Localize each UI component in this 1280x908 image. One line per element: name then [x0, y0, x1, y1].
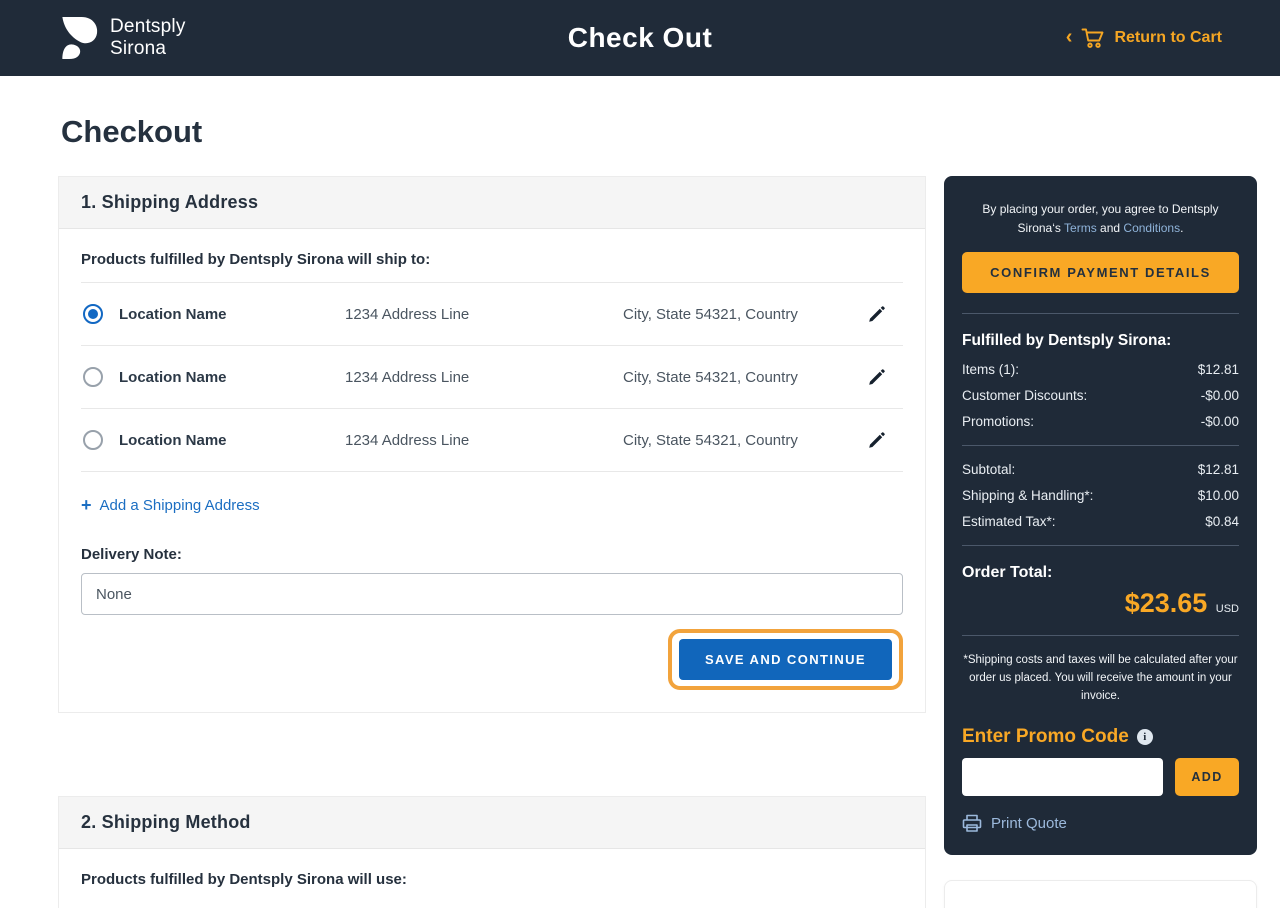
- summary-value: -$0.00: [1201, 388, 1239, 403]
- divider: [962, 313, 1239, 314]
- add-shipping-address-link[interactable]: + Add a Shipping Address: [81, 496, 260, 514]
- divider: [962, 545, 1239, 546]
- shipping-address-section: 1. Shipping Address Products fulfilled b…: [58, 176, 926, 713]
- confirm-payment-details-button[interactable]: CONFIRM PAYMENT DETAILS: [962, 252, 1239, 293]
- print-quote-link[interactable]: Print Quote: [962, 814, 1239, 833]
- summary-line: Subtotal: $12.81: [962, 462, 1239, 477]
- address-location-name: Location Name: [119, 369, 345, 386]
- terms-agreement-text: By placing your order, you agree to Dent…: [962, 196, 1239, 237]
- address-line1: 1234 Address Line: [345, 369, 623, 386]
- divider: [962, 635, 1239, 636]
- printer-icon: [962, 814, 982, 833]
- summary-label: Items (1):: [962, 362, 1019, 377]
- address-row: Location Name 1234 Address Line City, St…: [81, 409, 903, 472]
- shipping-address-section-title: 1. Shipping Address: [81, 192, 903, 213]
- summary-line: Customer Discounts: -$0.00: [962, 388, 1239, 403]
- promo-code-heading: Enter Promo Code i: [962, 726, 1239, 748]
- summary-value: $10.00: [1198, 488, 1239, 503]
- address-line2: City, State 54321, Country: [623, 432, 867, 449]
- shipping-method-section-header: 2. Shipping Method: [59, 797, 925, 849]
- address-row: Location Name 1234 Address Line City, St…: [81, 283, 903, 346]
- logo-wordmark: Dentsply Sirona: [110, 16, 186, 60]
- print-quote-label: Print Quote: [991, 815, 1067, 832]
- ds-points-card: DS POINTS Earn +1010 points: [944, 880, 1257, 908]
- summary-label: Customer Discounts:: [962, 388, 1087, 403]
- checkout-page: Checkout 1. Shipping Address Products fu…: [0, 114, 1280, 908]
- edit-address-button[interactable]: [867, 304, 901, 324]
- info-icon[interactable]: i: [1137, 729, 1153, 745]
- conditions-link[interactable]: Conditions: [1123, 221, 1180, 235]
- cart-icon: [1081, 27, 1105, 49]
- edit-address-button[interactable]: [867, 367, 901, 387]
- order-total-line: $23.65 USD: [962, 588, 1239, 619]
- ship-to-intro: Products fulfilled by Dentsply Sirona wi…: [81, 251, 903, 283]
- address-radio[interactable]: [83, 367, 103, 387]
- summary-label: Subtotal:: [962, 462, 1015, 477]
- return-to-cart-link[interactable]: ‹ Return to Cart: [1066, 27, 1222, 49]
- fulfilled-heading: Fulfilled by Dentsply Sirona:: [962, 332, 1239, 350]
- promo-code-heading-label: Enter Promo Code: [962, 726, 1129, 748]
- dentsply-sirona-logo-icon: [58, 15, 100, 61]
- dentsply-sirona-logo[interactable]: Dentsply Sirona: [58, 15, 186, 61]
- order-summary-card: By placing your order, you agree to Dent…: [944, 176, 1257, 855]
- shipping-method-section-title: 2. Shipping Method: [81, 812, 903, 833]
- terms-link[interactable]: Terms: [1064, 221, 1097, 235]
- address-row: Location Name 1234 Address Line City, St…: [81, 346, 903, 409]
- order-total-label: Order Total:: [962, 564, 1239, 582]
- chevron-left-icon: ‹: [1066, 27, 1073, 47]
- return-to-cart-label: Return to Cart: [1114, 29, 1222, 47]
- promo-code-input[interactable]: [962, 758, 1163, 796]
- address-radio[interactable]: [83, 304, 103, 324]
- address-line2: City, State 54321, Country: [623, 369, 867, 386]
- save-and-continue-button[interactable]: SAVE AND CONTINUE: [679, 639, 892, 680]
- add-shipping-address-label: Add a Shipping Address: [100, 497, 260, 514]
- address-line2: City, State 54321, Country: [623, 306, 867, 323]
- page-title: Checkout: [61, 114, 1222, 150]
- address-radio[interactable]: [83, 430, 103, 450]
- checkout-steps-column: 1. Shipping Address Products fulfilled b…: [58, 176, 926, 908]
- summary-line: Promotions: -$0.00: [962, 414, 1239, 429]
- summary-value: -$0.00: [1201, 414, 1239, 429]
- address-location-name: Location Name: [119, 306, 345, 323]
- agreement-and: and: [1097, 221, 1124, 235]
- order-total-value: $23.65: [1125, 588, 1208, 618]
- edit-address-button[interactable]: [867, 430, 901, 450]
- summary-value: $0.84: [1205, 514, 1239, 529]
- divider: [962, 445, 1239, 446]
- shipping-address-section-header: 1. Shipping Address: [59, 177, 925, 229]
- save-button-highlight-ring: SAVE AND CONTINUE: [668, 629, 903, 690]
- address-line1: 1234 Address Line: [345, 432, 623, 449]
- delivery-note-label: Delivery Note:: [81, 546, 903, 563]
- summary-line: Shipping & Handling*: $10.00: [962, 488, 1239, 503]
- summary-label: Estimated Tax*:: [962, 514, 1056, 529]
- order-summary-column: By placing your order, you agree to Dent…: [944, 176, 1257, 908]
- address-line1: 1234 Address Line: [345, 306, 623, 323]
- summary-label: Shipping & Handling*:: [962, 488, 1093, 503]
- order-total-currency: USD: [1216, 603, 1239, 615]
- summary-value: $12.81: [1198, 462, 1239, 477]
- app-header: Dentsply Sirona Check Out ‹ Return to Ca…: [0, 0, 1280, 76]
- summary-value: $12.81: [1198, 362, 1239, 377]
- address-location-name: Location Name: [119, 432, 345, 449]
- plus-icon: +: [81, 496, 92, 514]
- summary-line: Estimated Tax*: $0.84: [962, 514, 1239, 529]
- summary-label: Promotions:: [962, 414, 1034, 429]
- add-promo-button[interactable]: ADD: [1175, 758, 1239, 796]
- shipping-method-section: 2. Shipping Method Products fulfilled by…: [58, 796, 926, 908]
- shipping-tax-disclaimer: *Shipping costs and taxes will be calcul…: [962, 652, 1239, 705]
- summary-line: Items (1): $12.81: [962, 362, 1239, 377]
- agreement-suffix: .: [1180, 221, 1183, 235]
- ship-method-intro: Products fulfilled by Dentsply Sirona wi…: [81, 871, 903, 888]
- delivery-note-input[interactable]: [81, 573, 903, 615]
